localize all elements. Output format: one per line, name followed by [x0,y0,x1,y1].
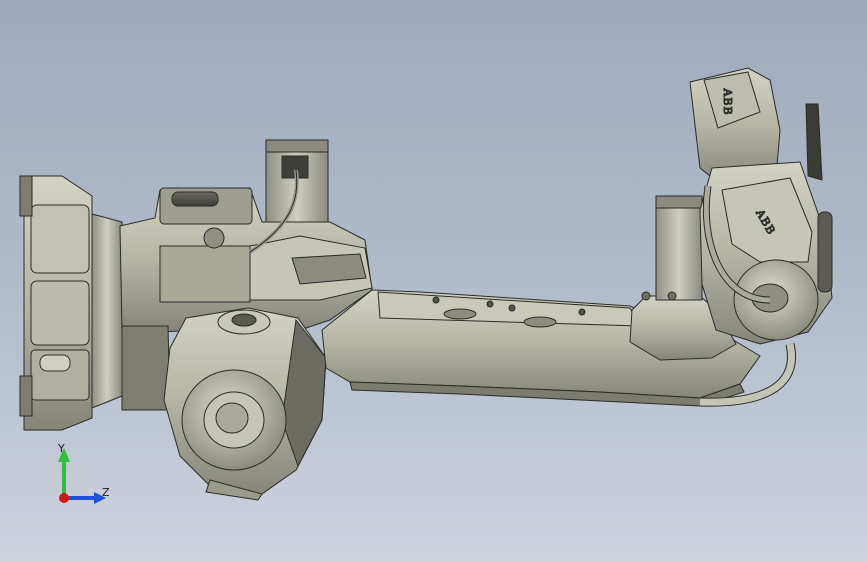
axis2-joint-hub[interactable] [163,307,327,501]
base-flange[interactable] [19,175,123,431]
y-axis-label: Y [58,442,65,455]
x-axis-dot [59,493,69,503]
robot-arm-model[interactable]: ABB ABB [0,0,867,562]
3d-viewport[interactable]: ABB ABB Y Z [0,0,867,562]
abb-logo-top: ABB [721,87,734,115]
z-axis-label: Z [102,486,110,499]
orientation-triad [58,448,106,504]
